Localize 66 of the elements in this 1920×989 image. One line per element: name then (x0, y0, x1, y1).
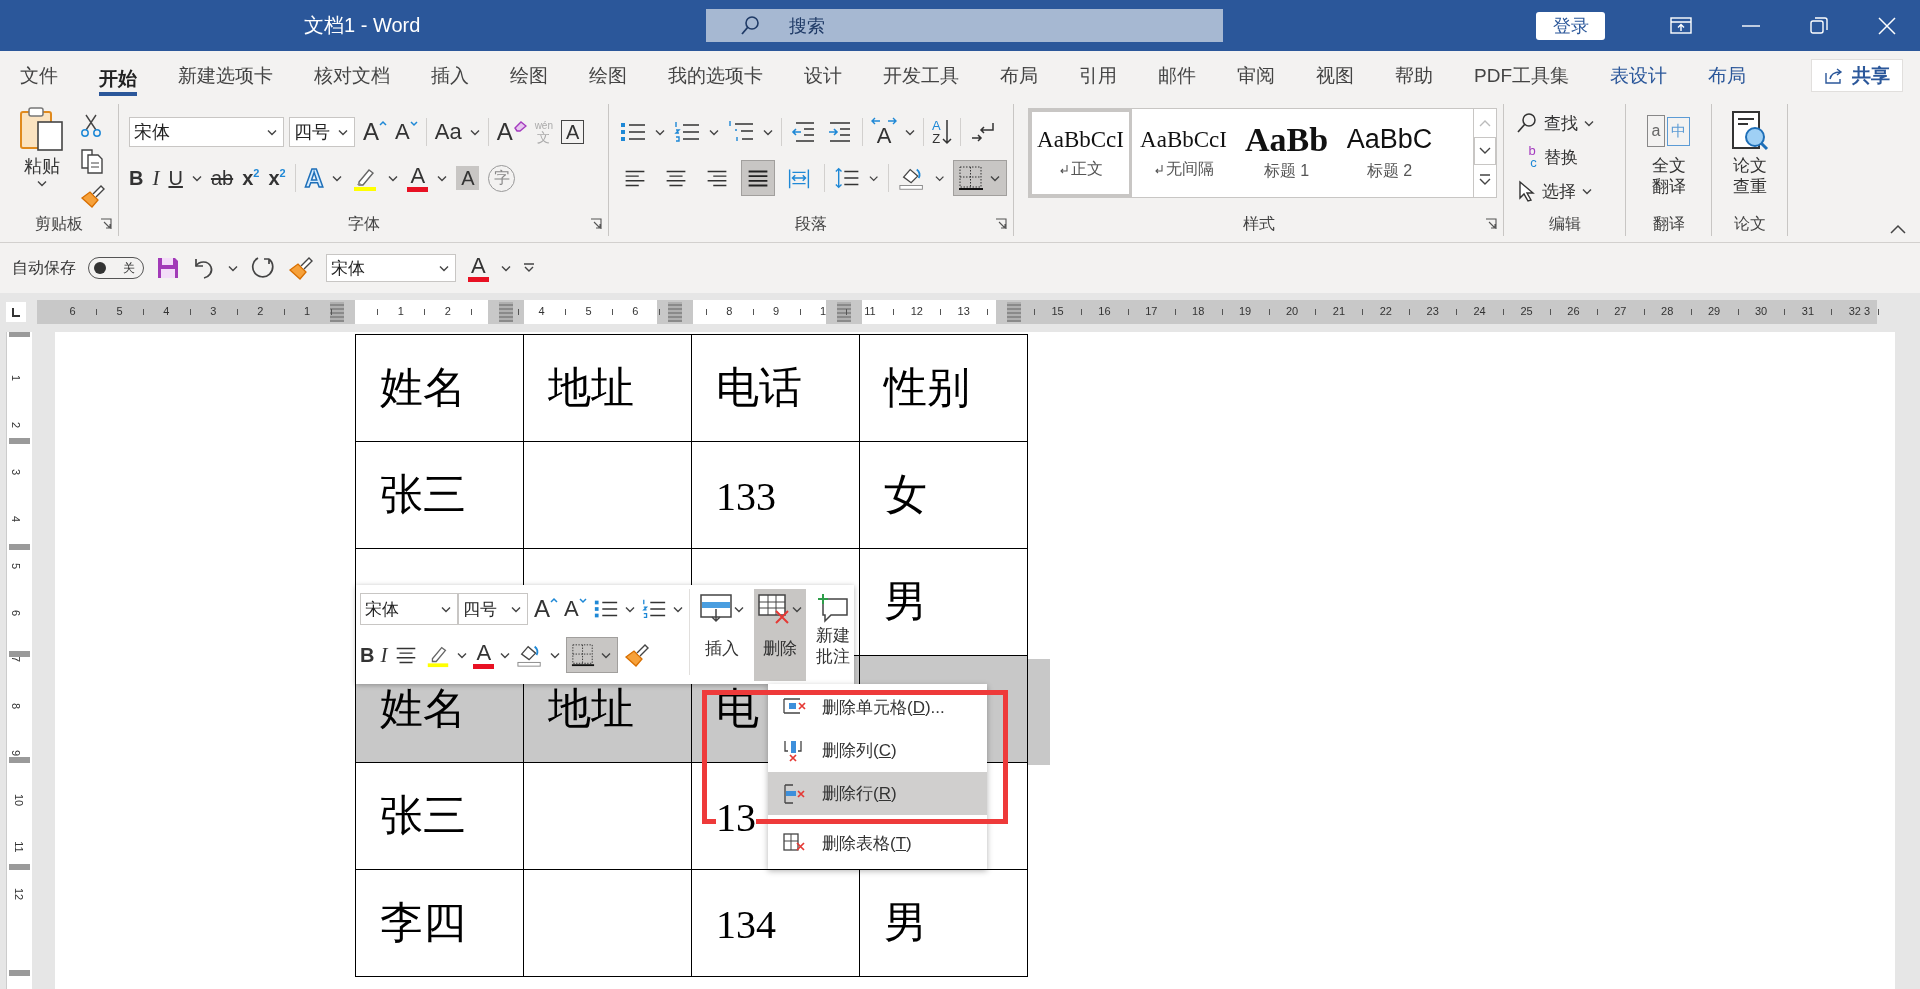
style-name: 标题 1 (1263, 160, 1310, 181)
ruler-number: 10 (13, 793, 26, 807)
group-label: 论文 (1733, 213, 1766, 234)
group-label: 翻译 (1652, 213, 1685, 234)
ruler-number: 28 (1661, 305, 1674, 317)
ruler-number: 6 (632, 305, 639, 317)
ruler-number: 5 (116, 305, 123, 317)
ruler-number: 4 (10, 515, 23, 522)
ruler-number: 9 (10, 750, 23, 757)
ruler-number: 1 (304, 305, 311, 317)
ruler-number: 15 (1051, 305, 1064, 317)
ruler-number: 8 (10, 703, 23, 710)
ruler-number: 12 (13, 887, 26, 900)
ruler-number: 9 (773, 305, 780, 317)
ruler-number: 1 (819, 305, 827, 317)
ruler-number: 24 (1473, 305, 1486, 317)
ruler-number: 11 (12, 841, 25, 853)
ruler-number: 4 (538, 305, 545, 317)
replace-icon: b c (1516, 145, 1538, 169)
group-label: 字体 (347, 213, 380, 234)
ruler-number: 11 (864, 305, 876, 317)
ruler-number: 3 (10, 468, 23, 475)
ruler-number: 3 (210, 305, 217, 317)
style-sample: AaBbCcI (1140, 126, 1227, 153)
ruler-number: 3 (1863, 305, 1871, 317)
ruler-number: 27 (1614, 305, 1627, 317)
ruler-number: 12 (910, 305, 923, 317)
ruler-number: 17 (1145, 305, 1158, 317)
ruler-number: 4 (163, 305, 170, 317)
ruler-number: 23 (1426, 305, 1439, 317)
group-label: 编辑 (1548, 213, 1581, 234)
ruler-number: 26 (1567, 305, 1580, 317)
style-sample: AaBb (1244, 124, 1329, 155)
ruler-number: 29 (1707, 305, 1721, 317)
ruler-number: 13 (957, 305, 970, 317)
ruler-number: 22 (1379, 305, 1392, 317)
group-label: 段落 (795, 213, 827, 234)
ruler-number: 5 (585, 305, 592, 317)
group-label: 剪贴板 (35, 213, 83, 234)
ruler-number: 6 (10, 609, 23, 616)
group-label: 样式 (1242, 213, 1275, 234)
ruler-number: 2 (10, 421, 23, 428)
ruler-number: 19 (1238, 305, 1252, 317)
ruler-number: 8 (726, 305, 733, 317)
ruler-number: 21 (1332, 305, 1345, 317)
ruler-number: 1 (10, 374, 23, 382)
ruler-number: 20 (1285, 305, 1299, 317)
ruler-number: 18 (1192, 305, 1205, 317)
ruler-number: 16 (1098, 305, 1111, 317)
autosave-label: 自动保存 (12, 257, 76, 278)
ruler-number: 30 (1754, 305, 1768, 317)
ruler-number: 31 (1801, 305, 1814, 317)
style-sample: AaBbCcI (1037, 126, 1124, 153)
ruler-number: 2 (444, 305, 451, 317)
style-name: 标题 2 (1366, 161, 1413, 181)
ruler-number: 5 (10, 562, 23, 569)
ruler-number: 7 (10, 656, 23, 663)
ruler-number: 2 (257, 305, 264, 317)
style-name: 正文 (1070, 158, 1103, 179)
style-name: 无间隔 (1165, 158, 1214, 179)
ruler-number: 32 (1848, 305, 1861, 317)
ruler-number: 6 (69, 305, 76, 317)
ruler-number: 25 (1520, 305, 1533, 317)
ruler-number: 1 (397, 305, 404, 317)
window-title: 文档1 - Word (304, 13, 421, 38)
style-sample: AaBbC (1346, 124, 1433, 155)
